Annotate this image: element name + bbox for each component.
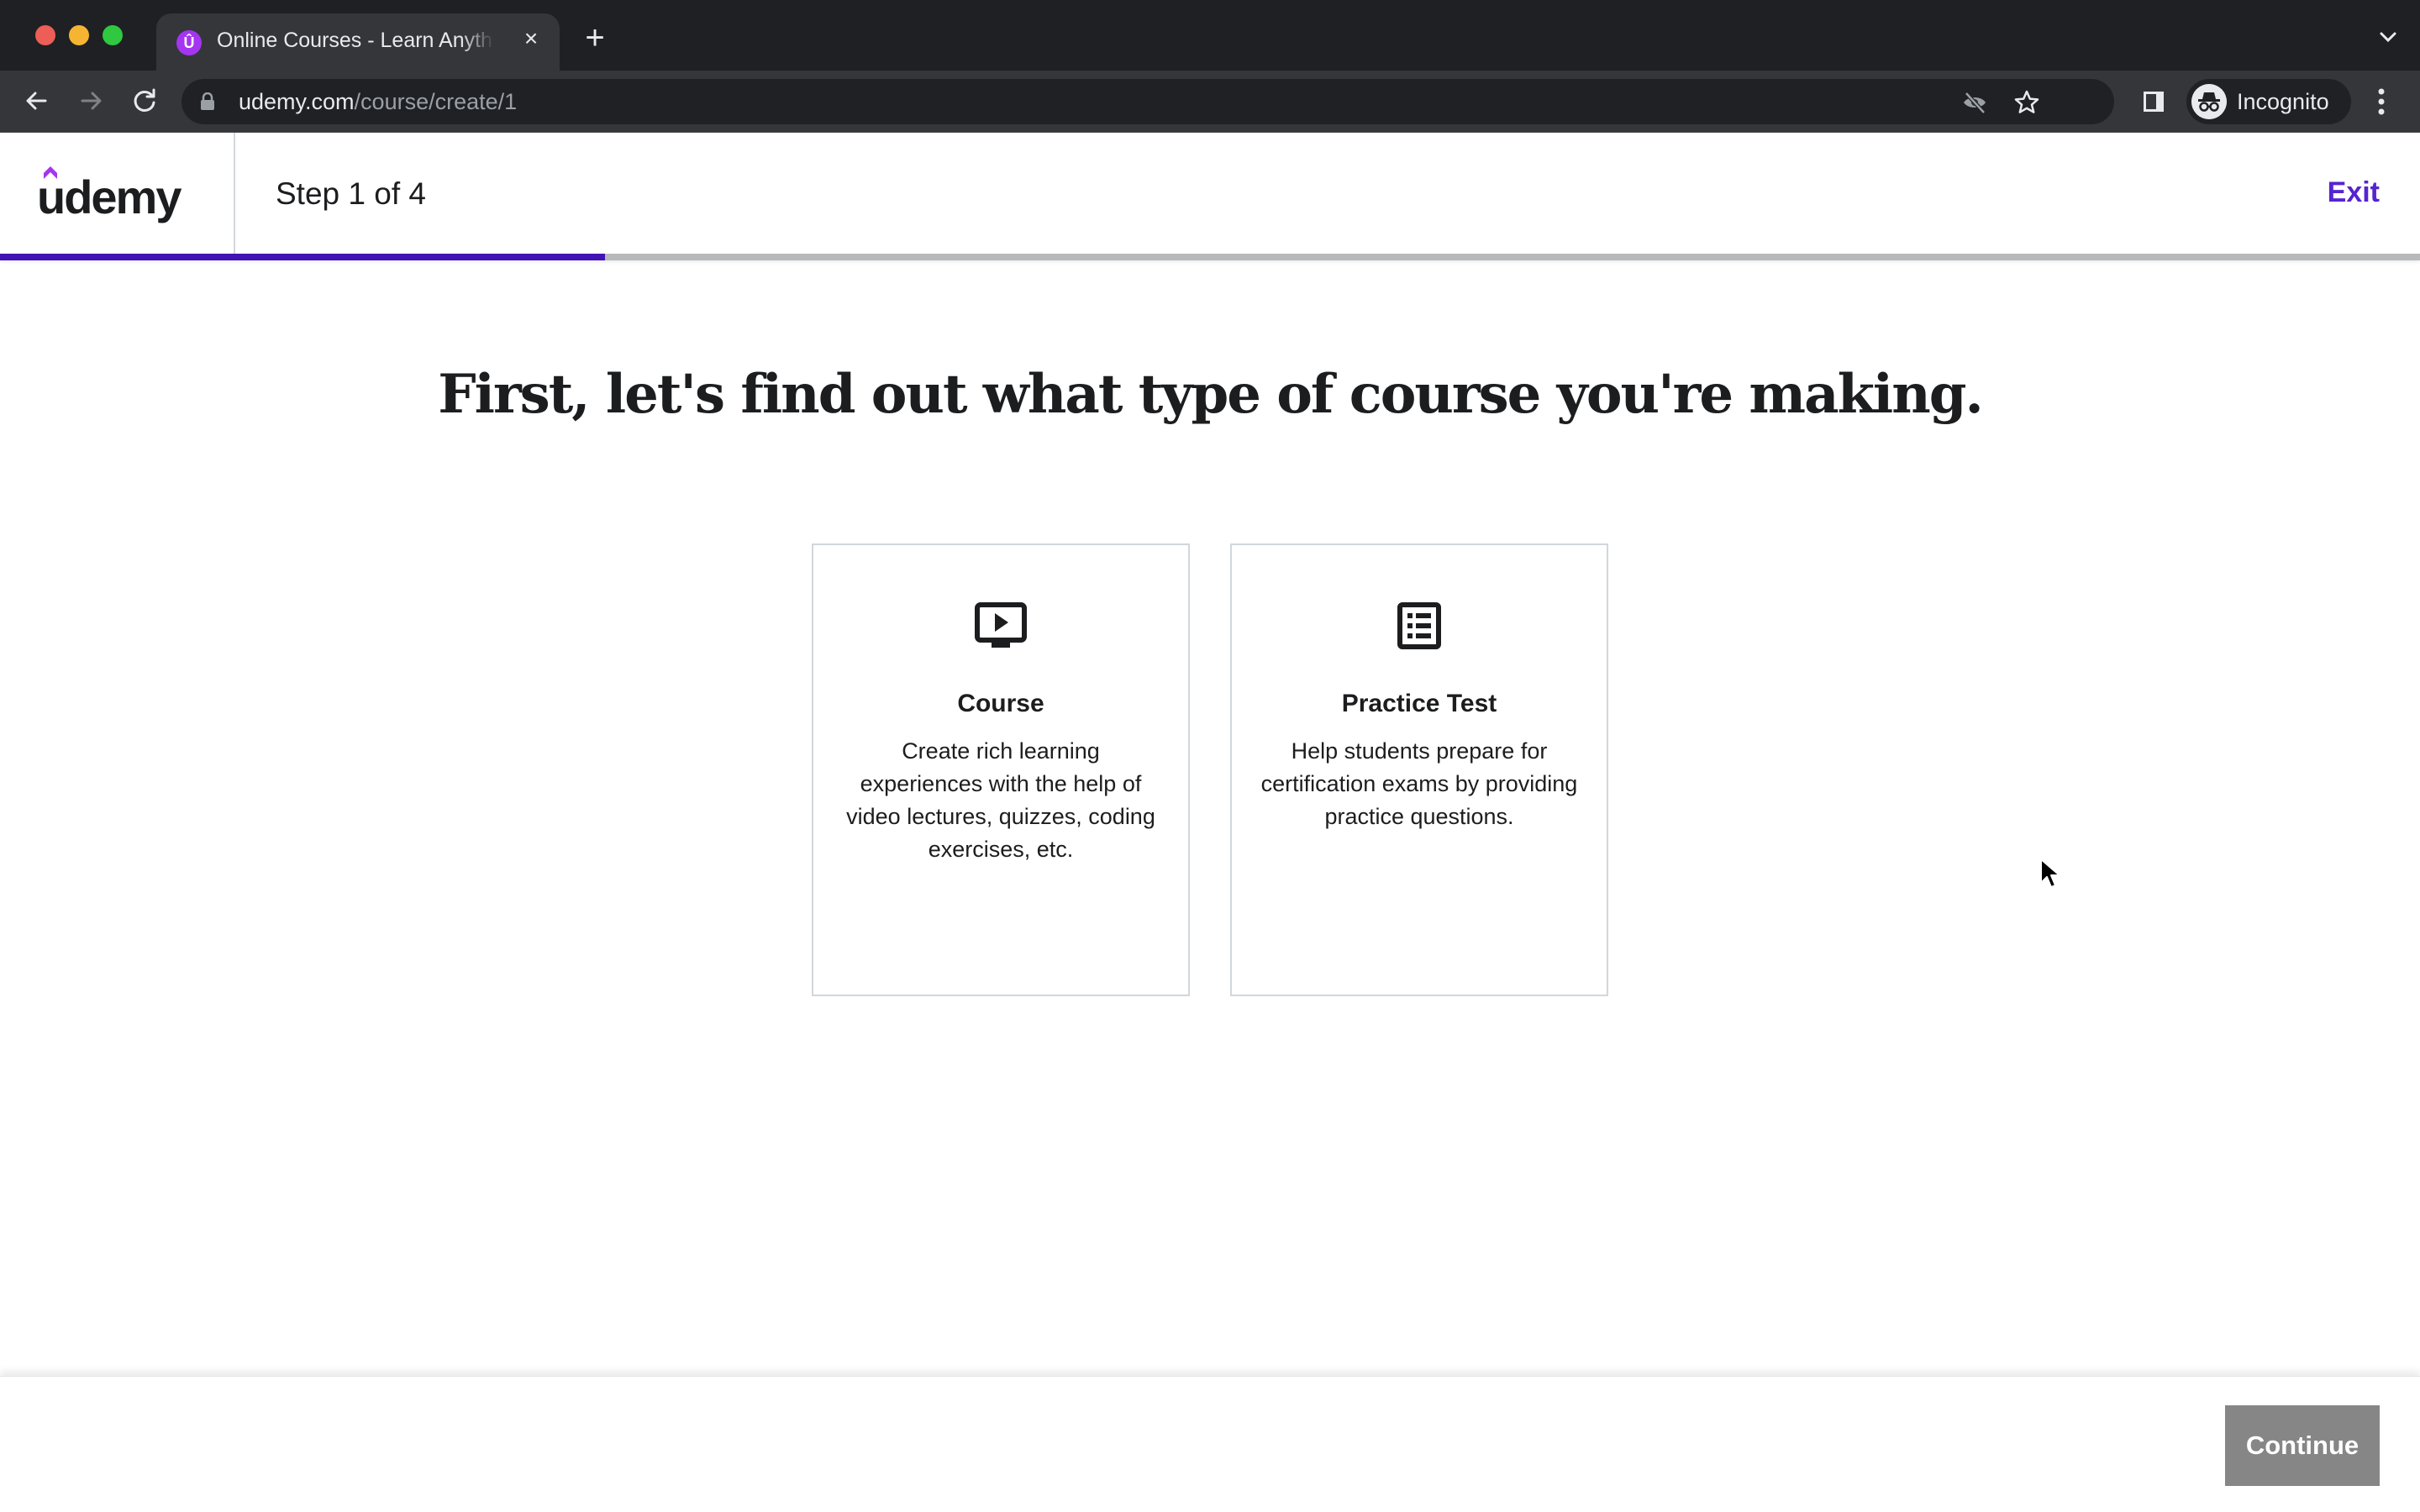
- forward-arrow-icon[interactable]: [74, 84, 108, 118]
- list-icon: [1397, 602, 1441, 649]
- url-domain: udemy.com: [239, 89, 355, 114]
- browser-toolbar: udemy.com/course/create/1 Incognito: [0, 71, 2420, 133]
- step-indicator: Step 1 of 4: [276, 176, 426, 211]
- tab-search-chevron-icon[interactable]: [2376, 25, 2400, 49]
- udemy-favicon-icon: Û: [176, 30, 202, 55]
- continue-button[interactable]: Continue: [2225, 1405, 2380, 1486]
- mouse-cursor-icon: [2040, 858, 2060, 888]
- tab-close-icon[interactable]: ×: [518, 25, 544, 52]
- more-menu-icon[interactable]: [2370, 86, 2393, 118]
- exit-link[interactable]: Exit: [2328, 176, 2380, 209]
- window-maximize-button[interactable]: [103, 25, 123, 45]
- side-panel-icon[interactable]: [2141, 89, 2166, 114]
- option-card-course[interactable]: Course Create rich learning experiences …: [812, 543, 1190, 996]
- option-description: Help students prepare for certification …: [1260, 738, 1578, 829]
- step-progress-fill: [0, 254, 605, 260]
- option-title: Practice Test: [1341, 690, 1497, 717]
- url-path: /course/create/1: [354, 89, 518, 114]
- course-create-header: udemy Step 1 of 4 Exit: [0, 133, 2420, 254]
- address-bar[interactable]: udemy.com/course/create/1: [182, 79, 2114, 124]
- eye-slash-icon[interactable]: [1961, 89, 1988, 116]
- bookmark-star-icon[interactable]: [2013, 89, 2040, 116]
- browser-tab-strip: Û Online Courses - Learn Anything, On Yo…: [0, 0, 2420, 71]
- url-text: udemy.com/course/create/1: [239, 89, 517, 115]
- window-minimize-button[interactable]: [69, 25, 89, 45]
- incognito-icon: [2191, 84, 2227, 119]
- lock-icon: [201, 92, 214, 110]
- page-heading: First, let's find out what type of cours…: [438, 363, 1984, 426]
- window-close-button[interactable]: [35, 25, 55, 45]
- option-title: Course: [957, 690, 1044, 717]
- incognito-label: Incognito: [2237, 89, 2329, 114]
- wizard-footer: Continue: [0, 1376, 2420, 1512]
- reload-icon[interactable]: [128, 84, 161, 118]
- browser-tab-active[interactable]: Û Online Courses - Learn Anything, On Yo…: [156, 13, 560, 71]
- option-description: Create rich learning experiences with th…: [846, 738, 1155, 862]
- header-divider: [234, 133, 235, 254]
- option-card-practice-test[interactable]: Practice Test Help students prepare for …: [1230, 543, 1608, 996]
- incognito-profile-button[interactable]: Incognito: [2186, 79, 2351, 124]
- tab-title: Online Courses - Learn Anything, On Your…: [217, 29, 494, 52]
- new-tab-button[interactable]: +: [580, 21, 610, 55]
- back-arrow-icon[interactable]: [20, 84, 54, 118]
- udemy-logo[interactable]: udemy: [37, 165, 197, 225]
- video-lecture-icon: [975, 602, 1027, 648]
- logo-text: udemy: [37, 171, 182, 223]
- step-progress-bar: [0, 254, 2420, 260]
